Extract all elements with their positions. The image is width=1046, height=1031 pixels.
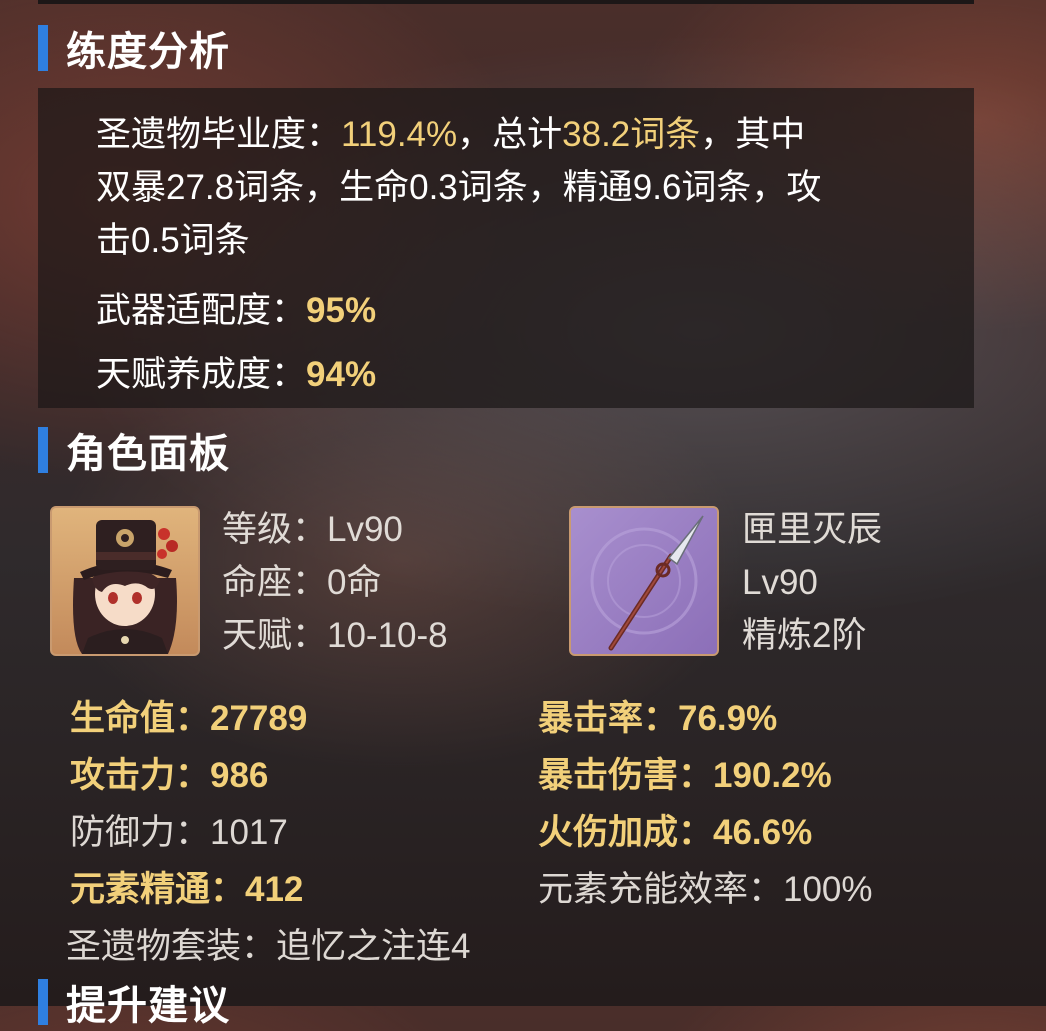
- section-header-training: 练度分析: [38, 22, 230, 74]
- stat-pyro-bonus: 火伤加成：46.6%: [538, 813, 813, 852]
- stat-def: 防御力：1017: [70, 813, 288, 852]
- character-level: 等级：Lv90: [222, 510, 403, 549]
- weapon-fit-label: 武器适配度：: [96, 291, 307, 330]
- character-constellation: 命座：0命: [222, 563, 382, 602]
- breakdown-text-1: ，其中: [700, 115, 806, 154]
- breakdown-text-3: 击0.5词条: [96, 221, 250, 260]
- weapon-name: 匣里灭辰: [742, 510, 883, 549]
- section-accent-bar: [38, 427, 48, 473]
- top-divider: [38, 0, 974, 4]
- stat-crit-rate: 暴击率：76.9%: [538, 699, 778, 738]
- weapon-refinement: 精炼2阶: [742, 616, 867, 655]
- stat-artifact-set: 圣遗物套装：追忆之注连4: [66, 927, 471, 966]
- total-value: 38.2词条: [562, 115, 701, 154]
- talent-row: 天赋养成度：94%: [96, 346, 376, 397]
- weapon-info: 匣里灭辰 Lv90 精炼2阶: [742, 503, 882, 662]
- weapon-image: [569, 506, 719, 656]
- section-title-panel: 角色面板: [66, 432, 230, 476]
- stat-em: 元素精通：412: [70, 870, 304, 909]
- weapon-fit-value: 95%: [306, 291, 377, 330]
- stat-atk: 攻击力：986: [70, 756, 269, 795]
- breakdown-text-2: 双暴27.8词条，生命0.3词条，精通9.6词条，攻: [96, 168, 822, 207]
- section-title-suggestions: 提升建议: [66, 984, 230, 1028]
- artifact-score-value: 119.4%: [341, 115, 458, 154]
- stat-hp: 生命值：27789: [70, 699, 308, 738]
- stat-crit-dmg: 暴击伤害：190.2%: [538, 756, 832, 795]
- section-accent-bar: [38, 25, 48, 71]
- talent-label: 天赋养成度：: [96, 355, 307, 394]
- section-accent-bar: [38, 979, 48, 1025]
- total-label: ，总计: [457, 115, 563, 154]
- character-talents: 天赋：10-10-8: [222, 616, 448, 655]
- artifact-score-label: 圣遗物毕业度：: [96, 115, 342, 154]
- character-info: 等级：Lv90 命座：0命 天赋：10-10-8: [222, 503, 448, 662]
- weapon-fit-row: 武器适配度：95%: [96, 282, 376, 333]
- weapon-level: Lv90: [742, 563, 818, 602]
- character-avatar: [50, 506, 200, 656]
- spear-icon: [571, 508, 717, 654]
- stat-energy-recharge: 元素充能效率：100%: [538, 870, 873, 909]
- artifact-summary: 圣遗物毕业度：119.4%，总计38.2词条，其中双暴27.8词条，生命0.3词…: [96, 108, 916, 267]
- training-analysis-panel: 圣遗物毕业度：119.4%，总计38.2词条，其中双暴27.8词条，生命0.3词…: [38, 88, 974, 408]
- section-header-panel: 角色面板: [38, 424, 230, 476]
- character-portrait-icon: [52, 508, 198, 654]
- section-title-training: 练度分析: [66, 30, 230, 74]
- section-header-suggestions: 提升建议: [38, 976, 230, 1028]
- talent-value: 94%: [306, 355, 377, 394]
